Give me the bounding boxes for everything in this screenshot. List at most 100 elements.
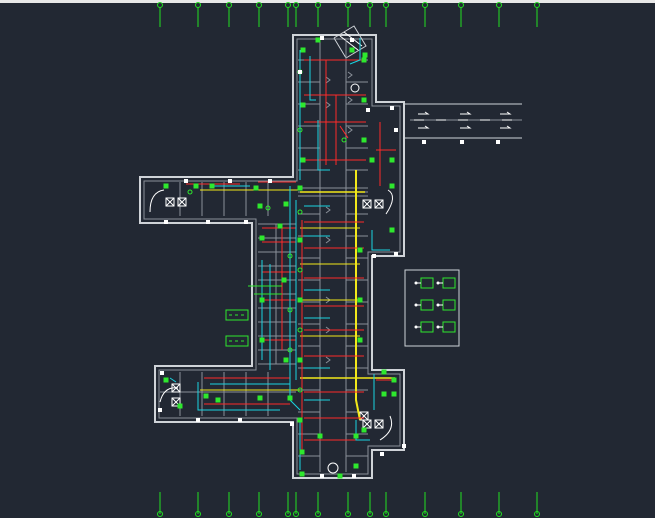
valve-symbol [297,327,303,333]
plumbing-fixture [177,403,183,409]
plumbing-fixture [259,297,265,303]
grid-pin [320,474,324,478]
stair-curve [149,189,165,213]
plumbing-fixture [203,393,209,399]
plumbing-fixture [349,47,355,53]
plumbing-fixture [357,297,363,303]
grid-pin [228,179,232,183]
plumbing-fixture [389,183,395,189]
dock-arrow [460,111,472,115]
plumbing-fixture [297,237,303,243]
plumbing-fixture [317,433,323,439]
plumbing-fixture [315,37,321,43]
equipment-symbol [420,321,434,333]
plumbing-fixtures [158,36,500,479]
plumbing-fixture [300,102,306,108]
flow-arrow [347,71,353,79]
plumbing-fixture [369,157,375,163]
cold-water-pipe [371,230,390,251]
plumbing-fixture [257,395,263,401]
plumbing-fixture [300,47,306,53]
plumbing-fixture [389,157,395,163]
grid-pin [366,108,370,112]
plumbing-fixture [215,397,221,403]
legend-dot [436,303,440,307]
stair-curve [385,189,393,215]
cad-model-space[interactable] [0,0,655,518]
plumbing-fixture [297,297,303,303]
flow-arrow [325,101,331,109]
grid-pin [380,452,384,456]
plumbing-fixture [283,357,289,363]
dock-arrow [500,125,512,129]
drain-symbol [327,462,339,474]
axis-bubble-top [256,2,262,8]
grid-pin [184,179,188,183]
plumbing-fixture [337,473,343,479]
grid-pin [268,179,272,183]
axis-bubble-top [345,2,351,8]
stair-curve [159,387,179,403]
plumbing-fixture [300,157,306,163]
equipment-symbol [442,299,456,311]
axis-bubble-top [534,2,540,8]
grid-pin [372,254,376,258]
valve-symbol [297,267,303,273]
plumbing-fixture [281,277,287,283]
axis-bubble-top [367,2,373,8]
floor-plan-drawing[interactable] [0,0,655,518]
grid-pin [160,371,164,375]
dock-arrow [418,125,430,129]
plumbing-fixture [357,247,363,253]
grid-pin [390,106,394,110]
plumbing-fixture [381,369,387,375]
grid-pin [496,140,500,144]
grid-pin [422,140,426,144]
grid-pin [158,408,162,412]
plumbing-fixture [297,417,303,423]
plumbing-fixture [297,185,303,191]
cold-water-pipe [169,377,177,383]
equipment-symbol [420,277,434,289]
plumbing-fixture [361,57,367,63]
grid-pin [298,70,302,74]
plumbing-fixture [287,395,293,401]
grid-pin [290,422,294,426]
plumbing-fixture [259,235,265,241]
legend-dot [414,281,418,285]
plumbing-fixture [163,183,169,189]
grid-pin [164,220,168,224]
axis-bubble-top [496,2,502,8]
equipment-symbol [420,299,434,311]
plumbing-fixture [353,433,359,439]
plumbing-fixture [283,201,289,207]
valve-symbol [187,189,193,195]
axis-bubble-top [422,2,428,8]
grid-pin [460,140,464,144]
grid-pin [238,418,242,422]
plumbing-fixture [259,337,265,343]
grid-axes [157,2,540,517]
axis-bubble-top [226,2,232,8]
legend-dot [436,281,440,285]
plumbing-fixture [193,183,199,189]
flow-arrow [347,96,353,104]
plumbing-fixture [357,337,363,343]
plumbing-fixture [381,391,387,397]
equipment-symbol [442,321,456,333]
plumbing-fixture [257,203,263,209]
grid-pin [350,38,354,42]
plumbing-fixture [299,471,305,477]
legend-dot [414,325,418,329]
dock-arrow [418,111,430,115]
axis-bubble-top [458,2,464,8]
legend-dot [436,325,440,329]
dock-arrow [460,125,472,129]
grid-pin [352,474,356,478]
equipment-legend-box[interactable] [404,269,460,347]
grid-pin [394,252,398,256]
flow-arrow [325,236,331,244]
plumbing-fixture [391,377,397,383]
grid-pin [394,128,398,132]
plumbing-fixture [253,185,259,191]
